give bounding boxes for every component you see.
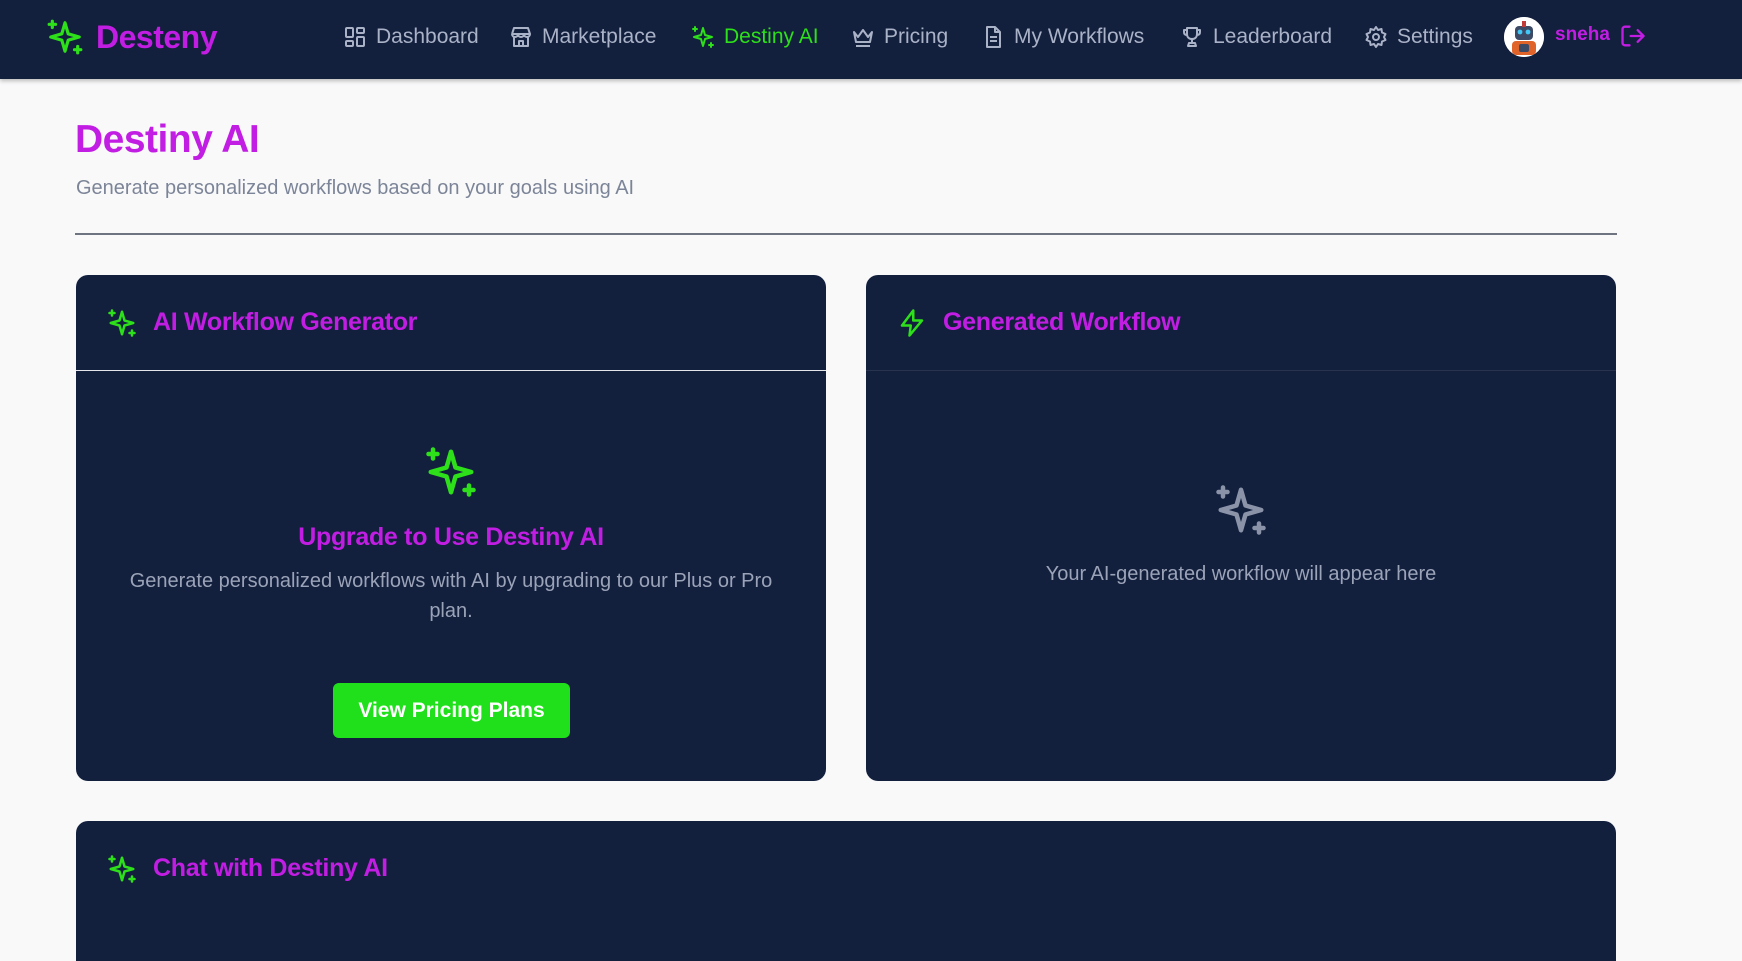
sparkles-icon <box>692 26 714 48</box>
card-header: AI Workflow Generator <box>76 275 826 370</box>
page-title: Destiny AI <box>75 118 260 161</box>
nav-item-settings[interactable]: Settings <box>1364 22 1473 52</box>
card-title: Chat with Destiny AI <box>153 854 388 882</box>
top-navigation: Desteny Dashboard Marketplace Destiny AI… <box>0 0 1742 79</box>
nav-item-marketplace[interactable]: Marketplace <box>509 22 656 52</box>
placeholder-icon-wrap <box>866 483 1616 542</box>
avatar[interactable] <box>1504 17 1544 57</box>
sparkles-icon <box>47 19 83 55</box>
trophy-icon <box>1183 27 1201 47</box>
view-pricing-plans-button[interactable]: View Pricing Plans <box>333 683 570 738</box>
sparkles-icon <box>108 854 136 883</box>
upgrade-title: Upgrade to Use Destiny AI <box>298 523 604 551</box>
nav-item-label: Destiny AI <box>724 25 819 48</box>
nav-item-pricing[interactable]: Pricing <box>851 22 948 52</box>
nav-item-label: Dashboard <box>376 25 479 48</box>
card-header-divider <box>866 370 1616 371</box>
nav-item-label: Leaderboard <box>1213 25 1333 48</box>
nav-item-leaderboard[interactable]: Leaderboard <box>1180 22 1332 52</box>
chat-card: Chat with Destiny AI <box>76 821 1616 961</box>
generated-workflow-card: Generated Workflow Your AI-generated wor… <box>866 275 1616 781</box>
brand-name: Desteny <box>96 18 218 55</box>
logout-button[interactable] <box>1619 22 1647 50</box>
robot-avatar-icon <box>1504 17 1544 57</box>
nav-item-dashboard[interactable]: Dashboard <box>343 22 479 52</box>
upgrade-description: Generate personalized workflows with AI … <box>129 570 773 622</box>
sparkles-icon <box>1216 485 1266 535</box>
nav-item-my-workflows[interactable]: My Workflows <box>981 22 1144 52</box>
sparkles-icon <box>426 447 476 497</box>
card-header: Chat with Destiny AI <box>76 821 1616 916</box>
card-title: Generated Workflow <box>943 308 1181 336</box>
nav-item-label: Marketplace <box>542 25 657 48</box>
card-title: AI Workflow Generator <box>153 308 418 336</box>
card-header: Generated Workflow <box>866 275 1616 370</box>
user-name: sneha <box>1555 24 1610 45</box>
sparkles-icon <box>108 308 136 337</box>
upgrade-icon-wrap <box>76 445 826 504</box>
generated-workflow-placeholder: Your AI-generated workflow will appear h… <box>1045 563 1437 585</box>
card-header-divider <box>76 370 826 371</box>
nav-item-label: My Workflows <box>1014 25 1145 48</box>
nav-item-label: Settings <box>1397 25 1473 48</box>
crown-icon <box>853 29 873 47</box>
document-icon <box>986 26 1001 48</box>
header-divider <box>75 233 1617 235</box>
logout-icon <box>1621 25 1645 47</box>
store-icon <box>511 27 531 47</box>
gear-icon <box>1365 26 1387 48</box>
lightning-icon <box>900 308 924 337</box>
grid-icon <box>345 27 365 47</box>
page-subtitle: Generate personalized workflows based on… <box>76 177 635 199</box>
nav-item-label: Pricing <box>884 25 949 48</box>
ai-workflow-generator-card: AI Workflow Generator Upgrade to Use Des… <box>76 275 826 781</box>
nav-item-destiny-ai[interactable]: Destiny AI <box>691 22 819 52</box>
brand-logo-link[interactable]: Desteny <box>46 17 218 57</box>
